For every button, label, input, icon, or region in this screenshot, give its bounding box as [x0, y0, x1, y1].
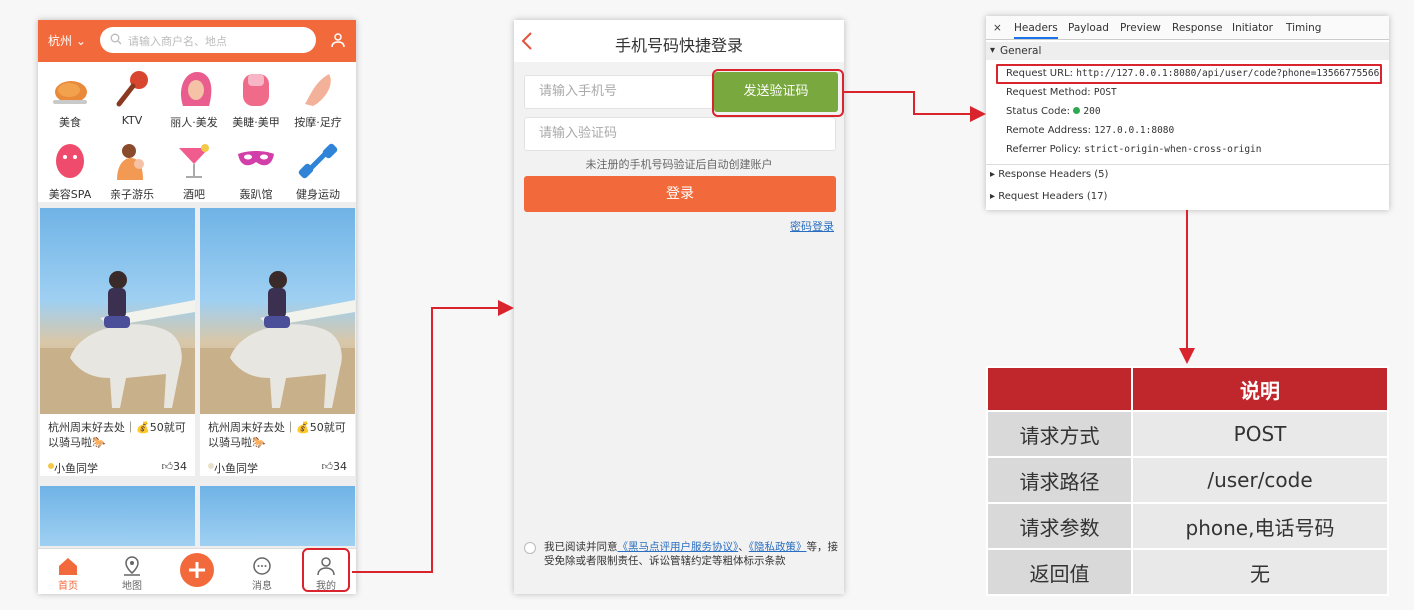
arrow-to-devtools	[844, 91, 986, 122]
flow-arrows	[352, 91, 1195, 573]
arrow-to-login	[352, 300, 514, 573]
